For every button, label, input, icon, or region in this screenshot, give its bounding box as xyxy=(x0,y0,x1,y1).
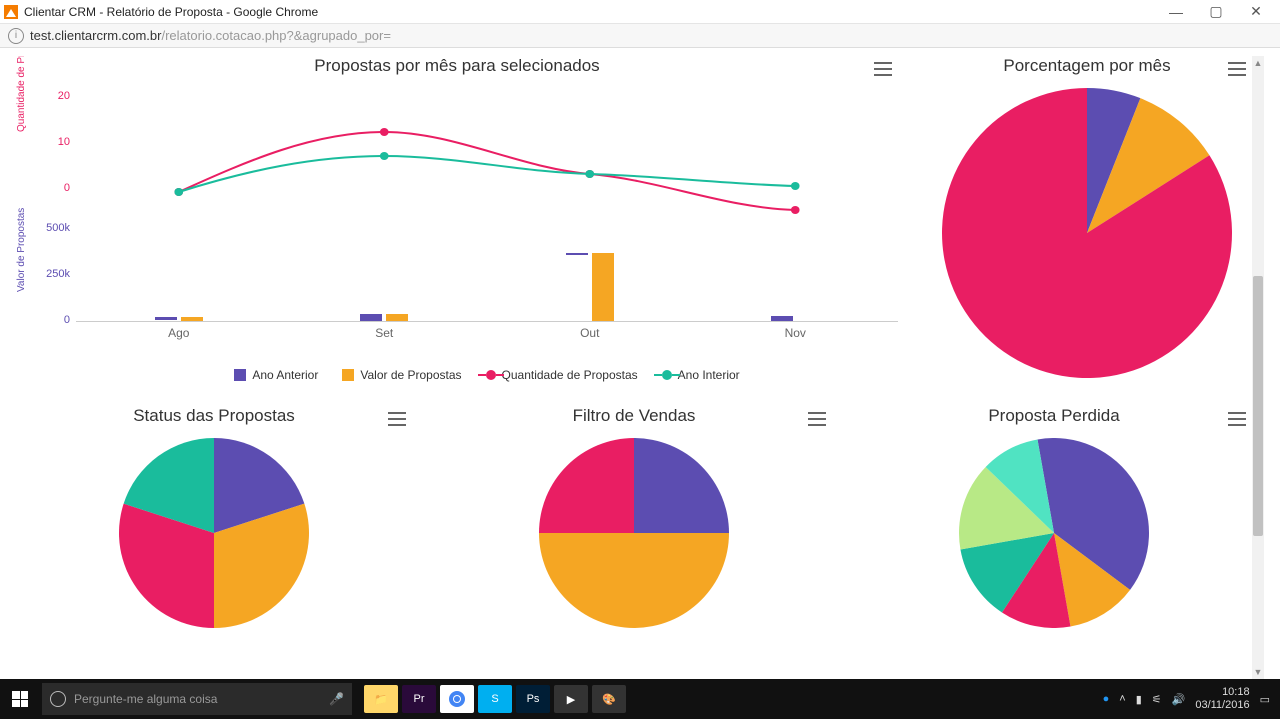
chart-porcentagem-mes: Porcentagem por mês xyxy=(922,56,1252,382)
y-axis-label-lines: Quantidade de Propostas xyxy=(16,56,27,132)
tick: 500k xyxy=(40,222,70,268)
chart-proposta-perdida: Proposta Perdida xyxy=(856,406,1252,628)
legend-item[interactable]: Valor de Propostas xyxy=(342,368,461,382)
address-bar[interactable]: i test.clientarcrm.com.br/relatorio.cota… xyxy=(0,24,1280,48)
cortana-search[interactable]: Pergunte-me alguma coisa 🎤 xyxy=(42,683,352,715)
cortana-icon xyxy=(50,691,66,707)
bar xyxy=(566,253,588,255)
notifications-icon[interactable]: ▭ xyxy=(1260,693,1270,706)
volume-icon[interactable]: 🔊 xyxy=(1172,693,1186,706)
window-title: Clientar CRM - Relatório de Proposta - G… xyxy=(24,5,1156,19)
scroll-up-icon[interactable]: ▲ xyxy=(1252,56,1264,70)
minimize-button[interactable]: — xyxy=(1156,1,1196,23)
chart-menu-button[interactable] xyxy=(1226,410,1248,428)
skype-icon[interactable]: S xyxy=(478,685,512,713)
pie-chart xyxy=(856,438,1252,628)
bar xyxy=(592,253,614,321)
x-axis-labels: Ago Set Out Nov xyxy=(76,326,898,340)
chart-title: Propostas por mês para selecionados xyxy=(16,56,898,76)
battery-icon[interactable]: ▮ xyxy=(1136,693,1142,706)
tick: 0 xyxy=(40,314,70,360)
bar xyxy=(155,317,177,320)
info-icon[interactable]: i xyxy=(8,28,24,44)
chart-menu-button[interactable] xyxy=(872,60,894,78)
combo-chart: Quantidade de Propostas Valor de Propost… xyxy=(16,82,898,382)
chart-title: Proposta Perdida xyxy=(856,406,1252,426)
chevron-up-icon[interactable]: ˄ xyxy=(1119,693,1125,705)
premiere-icon[interactable]: Pr xyxy=(402,685,436,713)
legend-item[interactable]: Quantidade de Propostas xyxy=(486,368,638,382)
scroll-down-icon[interactable]: ▼ xyxy=(1252,665,1264,679)
pie-chart xyxy=(922,88,1252,378)
chart-legend: Ano Anterior Valor de Propostas Quantida… xyxy=(76,368,898,382)
chart-status-propostas: Status das Propostas xyxy=(16,406,412,628)
chart-menu-button[interactable] xyxy=(1226,60,1248,78)
chrome-icon[interactable] xyxy=(440,685,474,713)
window-titlebar: Clientar CRM - Relatório de Proposta - G… xyxy=(0,0,1280,24)
y-axis-label-bars: Valor de Propostas xyxy=(16,208,27,292)
chart-title: Porcentagem por mês xyxy=(922,56,1252,76)
vertical-scrollbar[interactable]: ▲ ▼ xyxy=(1252,56,1264,679)
media-player-icon[interactable]: ▶ xyxy=(554,685,588,713)
chart-filtro-vendas: Filtro de Vendas xyxy=(436,406,832,628)
wifi-icon[interactable]: ⚟ xyxy=(1152,693,1162,706)
favicon-icon xyxy=(4,5,18,19)
photoshop-icon[interactable]: Ps xyxy=(516,685,550,713)
x-label: Nov xyxy=(693,326,899,340)
pie-chart xyxy=(436,438,832,628)
windows-icon xyxy=(12,691,28,707)
url-path: /relatorio.cotacao.php?&agrupado_por= xyxy=(161,28,390,43)
url-host: test.clientarcrm.com.br xyxy=(30,28,161,43)
system-tray: ● ˄ ▮ ⚟ 🔊 10:18 03/11/2016 ▭ xyxy=(1103,686,1280,712)
bar xyxy=(360,314,382,321)
palette-icon[interactable]: 🎨 xyxy=(592,685,626,713)
legend-item[interactable]: Ano Anterior xyxy=(234,368,318,382)
start-button[interactable] xyxy=(0,679,40,719)
scrollbar-thumb[interactable] xyxy=(1253,276,1263,536)
file-explorer-icon[interactable]: 📁 xyxy=(364,685,398,713)
line-area xyxy=(76,90,898,210)
browser-window: Clientar CRM - Relatório de Proposta - G… xyxy=(0,0,1280,719)
page-content: Propostas por mês para selecionados Quan… xyxy=(0,48,1280,679)
windows-taskbar: Pergunte-me alguma coisa 🎤 📁 Pr S Ps ▶ 🎨… xyxy=(0,679,1280,719)
tick: 250k xyxy=(40,268,70,314)
x-label: Out xyxy=(487,326,693,340)
chart-menu-button[interactable] xyxy=(386,410,408,428)
x-label: Ago xyxy=(76,326,282,340)
mic-icon[interactable]: 🎤 xyxy=(329,692,344,706)
taskbar-apps: 📁 Pr S Ps ▶ 🎨 xyxy=(364,685,626,713)
legend-item[interactable]: Ano Interior xyxy=(662,368,740,382)
chart-title: Status das Propostas xyxy=(16,406,412,426)
close-button[interactable]: ✕ xyxy=(1236,1,1276,23)
bar xyxy=(771,316,793,321)
bar-area xyxy=(76,222,898,322)
y-ticks-bars: 500k 250k 0 xyxy=(40,222,70,360)
tick: 10 xyxy=(40,136,70,182)
maximize-button[interactable]: ▢ xyxy=(1196,1,1236,23)
chart-propostas-mes: Propostas por mês para selecionados Quan… xyxy=(16,56,898,382)
chart-title: Filtro de Vendas xyxy=(436,406,832,426)
date: 03/11/2016 xyxy=(1195,699,1249,712)
tick: 20 xyxy=(40,90,70,136)
bar xyxy=(181,317,203,321)
clock[interactable]: 10:18 03/11/2016 xyxy=(1195,686,1249,712)
main-area: Propostas por mês para selecionados Quan… xyxy=(16,56,1252,679)
pie-chart xyxy=(16,438,412,628)
chart-menu-button[interactable] xyxy=(806,410,828,428)
y-ticks-lines: 20 10 0 xyxy=(40,90,70,228)
bar xyxy=(386,314,408,321)
time: 10:18 xyxy=(1195,686,1249,699)
search-placeholder: Pergunte-me alguma coisa xyxy=(74,692,217,706)
x-label: Set xyxy=(282,326,488,340)
tray-app-icon[interactable]: ● xyxy=(1103,693,1110,705)
